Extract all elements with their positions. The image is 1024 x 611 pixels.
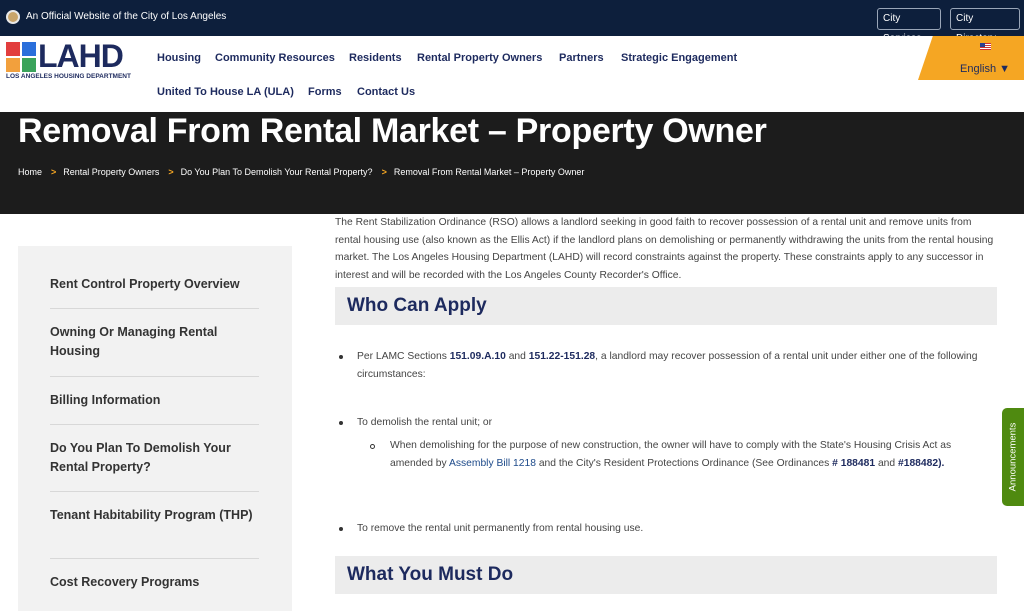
assembly-bill-link[interactable]: Assembly Bill 1218 [449, 458, 536, 469]
nav-partners[interactable]: Partners [559, 52, 604, 64]
logo-subtitle: LOS ANGELES HOUSING DEPARTMENT [6, 73, 131, 80]
nav-forms[interactable]: Forms [308, 86, 342, 98]
nav-residents[interactable]: Residents [349, 52, 402, 64]
nav-united-to-house-la[interactable]: United To House LA (ULA) [157, 86, 294, 98]
top-utility-bar: An Official Website of the City of Los A… [0, 0, 1024, 44]
page-title: Removal From Rental Market – Property Ow… [18, 112, 767, 150]
site-header: LAHD LOS ANGELES HOUSING DEPARTMENT Hous… [0, 36, 1024, 112]
sidebar-item-demolish[interactable]: Do You Plan To Demolish Your Rental Prop… [50, 439, 259, 477]
sidebar-item-rent-control-overview[interactable]: Rent Control Property Overview [50, 275, 259, 294]
sidebar-item-cost-recovery[interactable]: Cost Recovery Programs [50, 573, 259, 592]
breadcrumb: Home > Rental Property Owners > Do You Plan … [18, 167, 584, 177]
language-selector[interactable]: English ▼ [918, 36, 1024, 80]
bullet-icon [339, 355, 343, 359]
ordinance-188482-link[interactable]: #188482). [898, 458, 944, 469]
nav-rental-property-owners[interactable]: Rental Property Owners [417, 52, 542, 64]
logo-mark-icon [6, 42, 36, 72]
sidebar-item-owning-managing[interactable]: Owning Or Managing Rental Housing [50, 323, 259, 361]
page-hero: Removal From Rental Market – Property Ow… [0, 112, 1024, 214]
breadcrumb-rental-property-owners[interactable]: Rental Property Owners [63, 167, 159, 177]
sidebar-divider [50, 491, 259, 492]
sidebar-item-billing[interactable]: Billing Information [50, 391, 259, 410]
nav-contact-us[interactable]: Contact Us [357, 86, 415, 98]
breadcrumb-current: Removal From Rental Market – Property Ow… [393, 167, 585, 177]
sidebar-item-thp[interactable]: Tenant Habitability Program (THP) [50, 506, 259, 525]
sidebar-divider [50, 376, 259, 377]
intro-paragraph: The Rent Stabilization Ordinance (RSO) a… [335, 217, 994, 281]
sidebar-divider [50, 558, 259, 559]
sidebar-divider [50, 308, 259, 309]
section-heading: Who Can Apply [347, 295, 487, 316]
city-seal-icon [6, 10, 20, 24]
breadcrumb-separator-icon: > [381, 167, 387, 177]
announcements-label[interactable]: Announcements [1008, 423, 1019, 492]
list-item: To remove the rental unit permanently fr… [357, 523, 644, 534]
logo-text: LAHD [38, 38, 124, 74]
sub-list-item: When demolishing for the purpose of new … [390, 440, 952, 469]
bullet-icon [339, 421, 343, 425]
list-item: Per LAMC Sections 151.09.A.10 and 151.22… [357, 351, 978, 380]
sidebar-divider [50, 424, 259, 425]
breadcrumb-separator-icon: > [168, 167, 174, 177]
city-services-button[interactable]: City Services [877, 8, 941, 44]
official-website-text: An Official Website of the City of Los A… [26, 11, 227, 22]
ordinance-188481-link[interactable]: # 188481 [832, 458, 875, 469]
lamc-link-151-09[interactable]: 151.09.A.10 [450, 351, 506, 362]
nav-community-resources[interactable]: Community Resources [215, 52, 335, 64]
nav-strategic-engagement[interactable]: Strategic Engagement [621, 52, 737, 64]
sidebar-nav: Rent Control Property Overview Owning Or… [18, 246, 292, 611]
us-flag-icon [980, 43, 991, 50]
list-item: To demolish the rental unit; or [357, 417, 493, 428]
language-label: English ▼ [960, 63, 1011, 75]
lahd-logo[interactable]: LAHD LOS ANGELES HOUSING DEPARTMENT [6, 38, 140, 84]
breadcrumb-home[interactable]: Home [18, 167, 42, 177]
breadcrumb-separator-icon: > [51, 167, 57, 177]
breadcrumb-demolish[interactable]: Do You Plan To Demolish Your Rental Prop… [181, 167, 373, 177]
lamc-link-151-22[interactable]: 151.22-151.28 [529, 351, 595, 362]
sub-bullet-icon [370, 444, 375, 449]
section-heading: What You Must Do [347, 564, 514, 585]
section-what-you-must-do: What You Must Do [335, 556, 997, 594]
city-directory-button[interactable]: City Directory [950, 8, 1020, 44]
bullet-icon [339, 527, 343, 531]
nav-housing[interactable]: Housing [157, 52, 201, 64]
section-who-can-apply: Who Can Apply [335, 287, 997, 325]
